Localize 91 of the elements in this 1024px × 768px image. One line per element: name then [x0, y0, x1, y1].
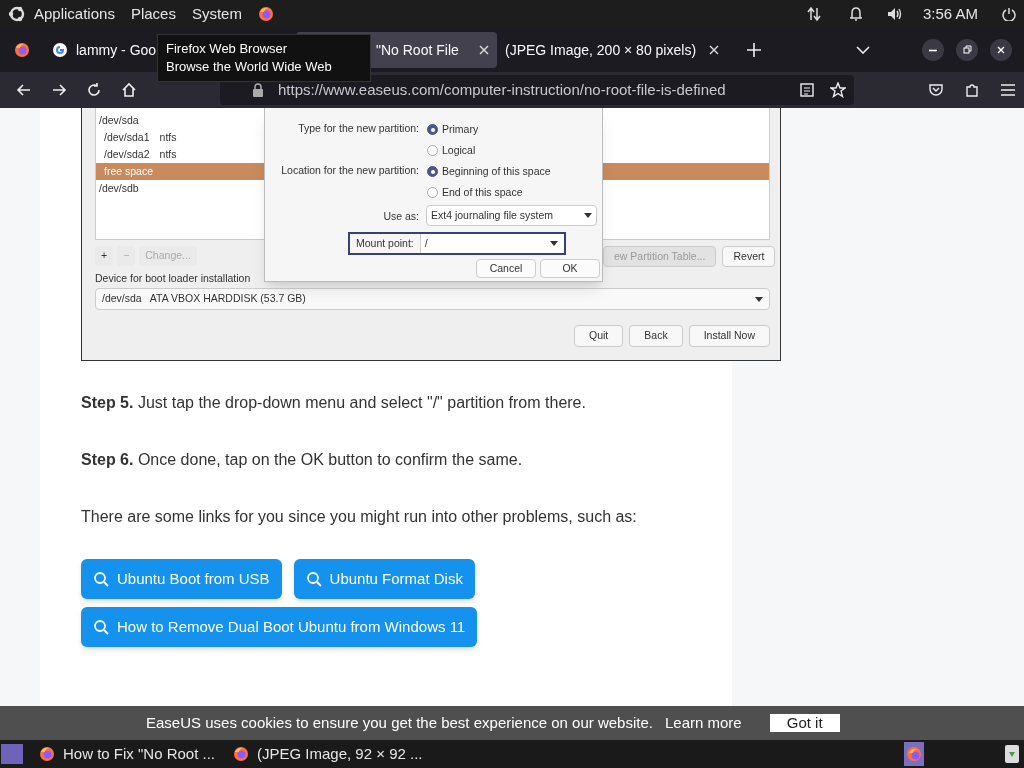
dialog-button[interactable]: OK	[540, 259, 600, 278]
lock-icon	[252, 83, 264, 97]
partition-text: /dev/sda1	[104, 129, 150, 145]
new-tab-icon[interactable]	[747, 43, 761, 57]
boot-loader-label: Device for boot loader installation	[95, 271, 251, 286]
got-it-button[interactable]: Got it	[769, 714, 840, 732]
partition-text: /dev/sda2	[104, 146, 150, 162]
dialog-label: Type for the new partition:	[298, 121, 419, 136]
dropdown-caret-icon	[755, 296, 763, 302]
close-icon	[996, 45, 1006, 55]
installer-button[interactable]: Quit	[574, 325, 624, 347]
cookie-text: EaseUS uses cookies to ensure you get the best experience on our website.	[146, 712, 653, 733]
close-button[interactable]	[990, 39, 1012, 61]
dropdown-caret-icon	[584, 213, 592, 218]
reader-view-icon[interactable]	[800, 83, 814, 97]
browser-tab[interactable]: (JPEG Image, 200 × 80 pixels)	[497, 32, 727, 68]
tooltip-title: Firefox Web Browser	[166, 40, 289, 58]
tab-title: "No Root File	[376, 40, 459, 60]
minimize-button[interactable]	[922, 39, 944, 61]
radio-label: Beginning of this space	[442, 164, 551, 179]
tab-title: lammy - Goo	[76, 40, 157, 60]
search-icon	[93, 619, 109, 635]
list-button[interactable]: +	[95, 246, 114, 266]
extensions-icon[interactable]	[964, 82, 980, 98]
paragraph: Step 5. Just tap the drop-down menu and select "/" partition from there.	[81, 393, 587, 413]
panel-menu[interactable]: Applications	[34, 2, 115, 26]
dialog-label: Location for the new partition:	[281, 163, 419, 178]
close-icon[interactable]	[709, 45, 719, 55]
browser-tab[interactable]: lammy - Goo	[44, 32, 157, 68]
radio-label: Logical	[442, 143, 476, 158]
firefox-icon	[907, 747, 921, 761]
boot-device-text: /dev/sda ATA VBOX HARDDISK (53.7 GB)	[102, 291, 307, 307]
tab-title: (JPEG Image, 200 × 80 pixels)	[505, 40, 697, 60]
partition-text: free space	[104, 163, 154, 179]
minimize-icon	[928, 48, 938, 52]
pocket-icon[interactable]	[928, 82, 944, 98]
search-icon	[93, 571, 109, 587]
use-as-dropdown[interactable]: Ext4 journaling file system	[426, 205, 597, 226]
radio-button[interactable]	[427, 124, 438, 136]
installer-button[interactable]: Back	[629, 325, 683, 347]
close-icon[interactable]	[479, 45, 489, 55]
firefox-view-icon[interactable]	[14, 42, 30, 58]
panel-menu[interactable]: System	[191, 2, 242, 26]
bookmark-star-icon[interactable]	[830, 82, 846, 98]
ubuntu-logo-icon[interactable]	[8, 5, 26, 23]
restore-button[interactable]	[956, 39, 978, 61]
taskbar-window-title: How to Fix "No Root ...	[63, 743, 216, 764]
installer-button[interactable]: Revert	[722, 246, 776, 267]
mount-point-value: /	[423, 235, 429, 251]
mount-point-field[interactable]: Mount point: /	[348, 232, 566, 255]
partition-text: ntfs	[159, 129, 177, 145]
back-icon[interactable]	[16, 82, 32, 98]
bell-icon[interactable]	[848, 6, 863, 22]
paragraph: Step 6. Once done, tap on the OK button to confirm the same.	[81, 450, 524, 470]
taskbar-window[interactable]: (JPEG Image, 92 × 92 ...	[231, 741, 425, 767]
use-as-value: Ext4 journaling file system	[431, 207, 554, 223]
volume-icon[interactable]	[886, 6, 903, 22]
restore-icon	[962, 45, 972, 55]
installer-button[interactable]: Install Now	[688, 325, 770, 347]
home-icon[interactable]	[121, 82, 137, 98]
search-icon	[305, 571, 322, 587]
chevron-down-icon[interactable]	[856, 46, 870, 54]
dialog-label: Use as:	[383, 209, 419, 224]
boot-device-dropdown[interactable]: /dev/sda ATA VBOX HARDDISK (53.7 GB)	[95, 288, 770, 310]
google-icon	[52, 42, 68, 58]
partition-text: ntfs	[159, 146, 177, 162]
menu-icon[interactable]	[1000, 83, 1016, 97]
firefox-icon[interactable]	[257, 6, 274, 22]
radio-button[interactable]	[427, 166, 438, 178]
firefox-icon	[39, 746, 55, 762]
address-bar[interactable]: https://www.easeus.com/computer-instruction/no-root-file-is-defined	[220, 75, 854, 105]
panel-menu[interactable]: Places	[130, 2, 176, 26]
power-icon[interactable]	[1002, 7, 1016, 21]
paragraph: There are some links for you since you might run into other problems, such as:	[81, 507, 638, 527]
radio-button[interactable]	[427, 145, 438, 157]
learn-more-link[interactable]: Learn more	[664, 711, 742, 735]
taskbar-window-title: (JPEG Image, 92 × 92 ...	[257, 743, 423, 764]
mount-point-label: Mount point:	[350, 234, 421, 253]
url-text: https://www.easeus.com/computer-instruction/no-root-file-is-defined	[278, 79, 727, 100]
radio-button[interactable]	[427, 187, 438, 199]
clock[interactable]: 3:56 AM	[922, 2, 978, 26]
forward-icon[interactable]	[51, 82, 67, 98]
dialog-button[interactable]: Cancel	[476, 259, 536, 278]
reload-icon[interactable]	[86, 82, 102, 98]
firefox-icon	[233, 746, 249, 762]
network-icon[interactable]	[806, 6, 821, 22]
trash-icon[interactable]	[1004, 744, 1020, 764]
radio-label: Primary	[442, 122, 479, 137]
taskbar-window[interactable]: How to Fix "No Root ...	[37, 741, 231, 767]
workspace-switcher[interactable]	[1, 744, 23, 764]
radio-label: End of this space	[442, 185, 523, 200]
